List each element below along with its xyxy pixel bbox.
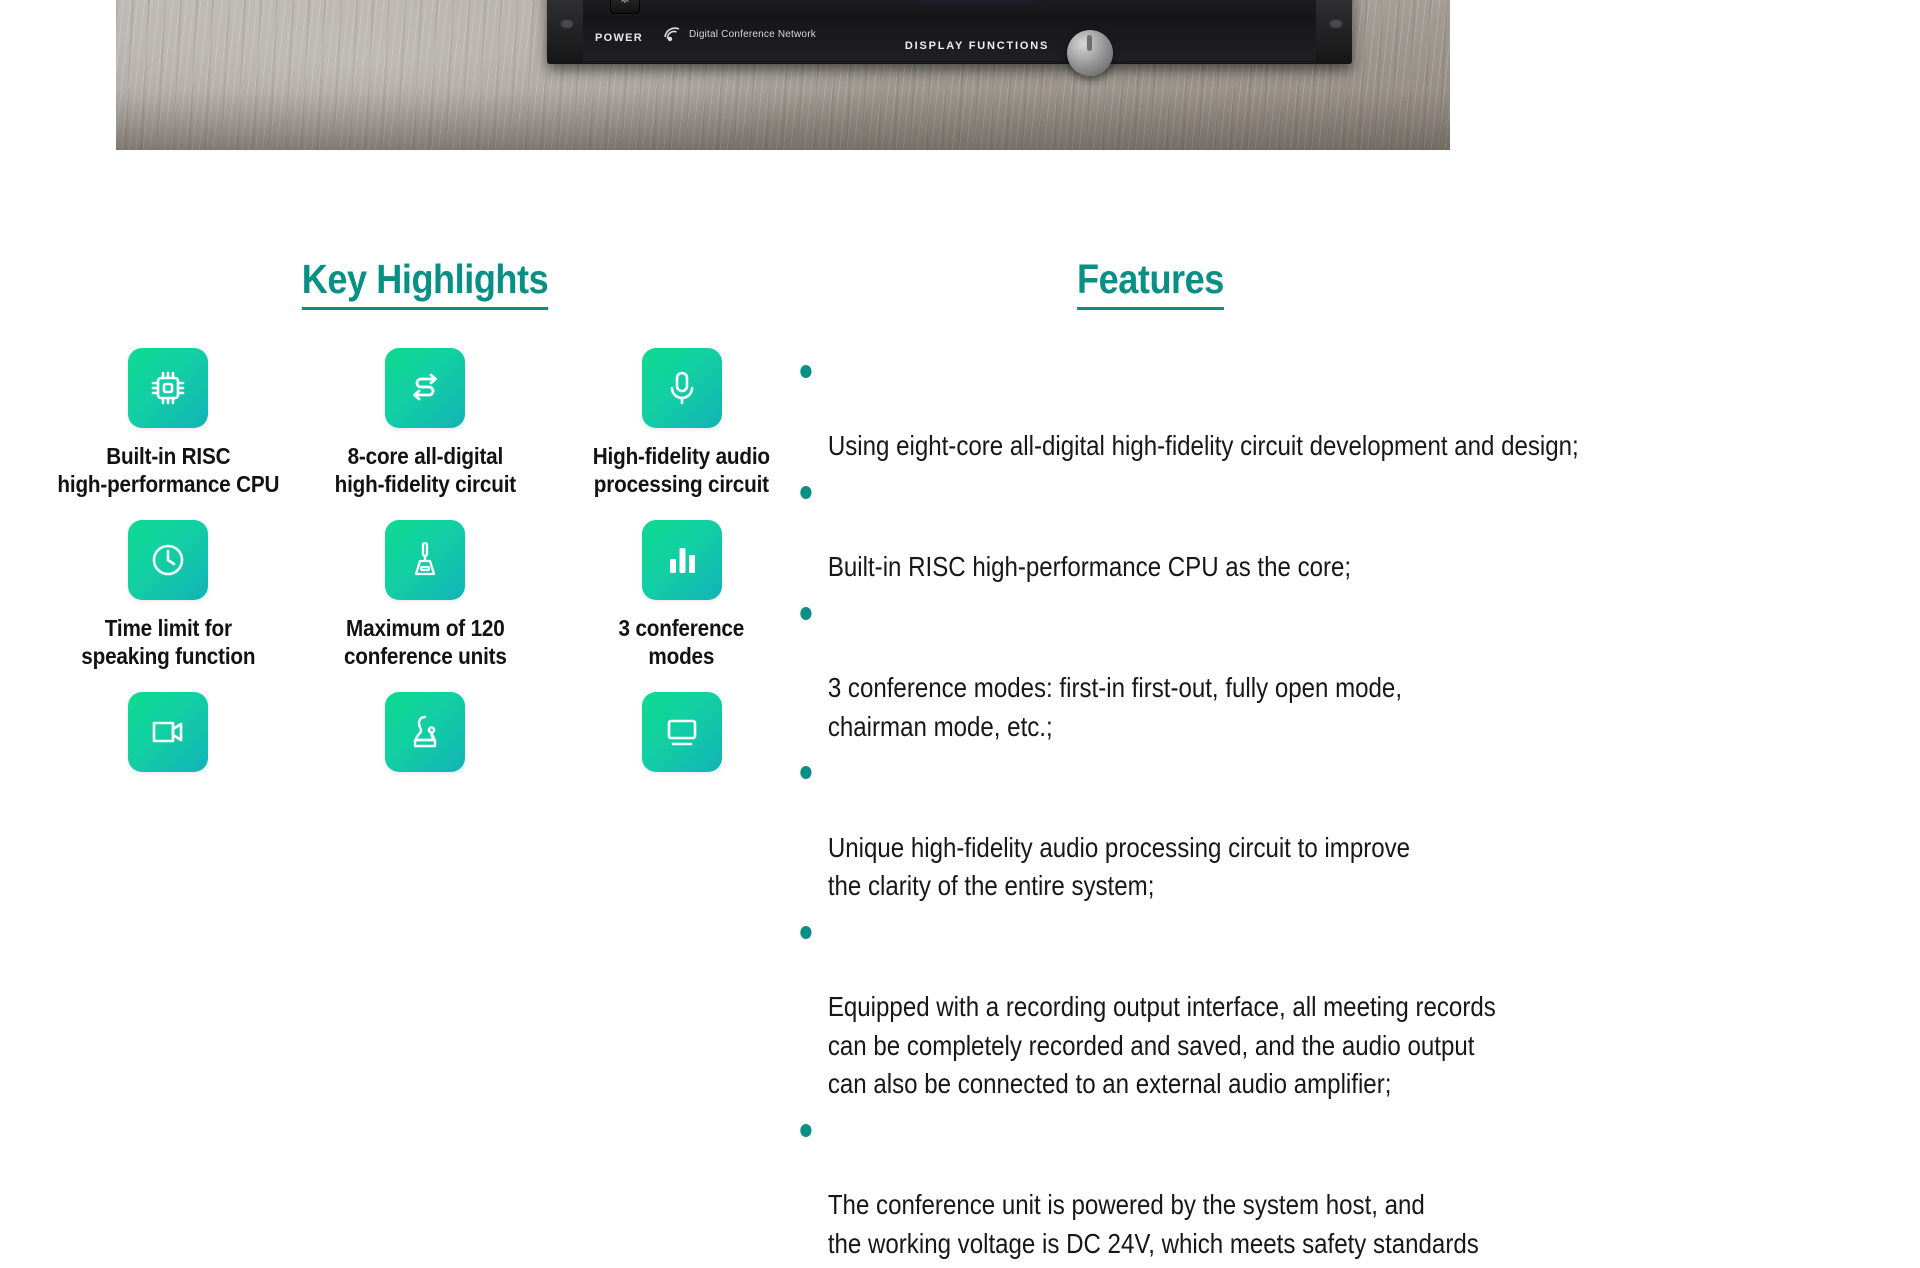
feature-list-item: Equipped with a recording output interfa… xyxy=(790,911,1727,1104)
highlight-label: Time limit for speaking function xyxy=(81,615,256,670)
microphone-icon xyxy=(670,371,693,405)
bullet-dot-icon xyxy=(800,485,812,499)
key-highlights-grid: Built-in RISC high-performance CPU 8-cor… xyxy=(40,348,810,786)
conference-unit-icon xyxy=(414,541,436,576)
highlight-item: Maximum of 120 conference units xyxy=(297,520,554,670)
product-photo-banner: ⎈ POWER Digital Conference Network -40 -… xyxy=(116,0,1450,150)
highlight-icon-tile xyxy=(641,348,722,429)
main-content: Key Highlights Built-in RISC high-perfor… xyxy=(0,150,1920,1258)
cpu-chip-icon xyxy=(152,371,185,405)
features-section: Features Using eight-core all-digital hi… xyxy=(790,150,1880,1268)
feature-text: Equipped with a recording output interfa… xyxy=(827,991,1496,1100)
monitor-screen-icon xyxy=(667,719,696,746)
digital-conference-network-logo: Digital Conference Network xyxy=(662,26,816,42)
rack-ear-left xyxy=(547,0,583,64)
key-highlights-title-wrap: Key Highlights xyxy=(40,150,810,311)
bullet-dot-icon xyxy=(800,925,812,939)
feature-list-item: Unique high-fidelity audio processing ci… xyxy=(790,751,1727,906)
highlight-icon-tile xyxy=(384,692,465,773)
highlight-icon-tile xyxy=(128,520,209,601)
speaker-person-icon xyxy=(413,716,437,748)
bar-chart-icon xyxy=(669,548,695,574)
highlight-icon-tile xyxy=(384,520,465,601)
power-switch[interactable]: ⎈ xyxy=(610,0,640,14)
highlight-item: Time limit for speaking function xyxy=(40,520,297,670)
display-functions-label: DISPLAY FUNCTIONS xyxy=(904,40,1050,52)
features-title: Features xyxy=(1076,257,1224,311)
key-highlights-title: Key Highlights xyxy=(301,257,549,311)
features-list: Using eight-core all-digital high-fideli… xyxy=(790,350,1880,1263)
highlight-label: 8-core all-digital high-fidelity circuit xyxy=(334,443,516,498)
power-symbol-icon: ⎈ xyxy=(620,0,630,4)
feature-list-item: Using eight-core all-digital high-fideli… xyxy=(790,350,1727,466)
feature-text: The conference unit is powered by the sy… xyxy=(827,1189,1479,1259)
highlight-item xyxy=(553,692,810,786)
rack-mount-conference-host: ⎈ POWER Digital Conference Network -40 -… xyxy=(547,0,1352,76)
bullet-dot-icon xyxy=(800,365,812,379)
highlight-label: 3 conference modes xyxy=(618,615,745,670)
feature-text: Unique high-fidelity audio processing ci… xyxy=(827,831,1411,902)
feature-list-item: Built-in RISC high-performance CPU as th… xyxy=(790,471,1727,587)
feature-text: Built-in RISC high-performance CPU as th… xyxy=(827,551,1352,583)
highlight-item xyxy=(40,692,297,786)
clock-timer-icon xyxy=(153,544,184,576)
features-title-wrap: Features xyxy=(790,150,1510,311)
highlight-item: High-fidelity audio processing circuit xyxy=(553,348,810,498)
highlight-item: 3 conference modes xyxy=(553,520,810,670)
volume-knob[interactable] xyxy=(1067,30,1113,76)
highlight-icon-tile xyxy=(641,692,722,773)
rack-ear-right xyxy=(1316,0,1352,64)
highlight-icon-tile xyxy=(128,348,209,429)
bullet-dot-icon xyxy=(800,1123,812,1137)
feature-text: 3 conference modes: first-in first-out, … xyxy=(827,672,1403,742)
key-highlights-section: Key Highlights Built-in RISC high-perfor… xyxy=(40,150,810,786)
bullet-dot-icon xyxy=(800,766,812,780)
feature-text: Using eight-core all-digital high-fideli… xyxy=(827,430,1579,462)
highlight-label: Maximum of 120 conference units xyxy=(343,615,507,670)
highlight-item: 8-core all-digital high-fidelity circuit xyxy=(297,348,554,498)
feature-list-item: The conference unit is powered by the sy… xyxy=(790,1109,1727,1264)
network-label: Digital Conference Network xyxy=(689,28,816,40)
highlight-icon-tile xyxy=(384,348,465,429)
bullet-dot-icon xyxy=(800,606,812,620)
rack-screw-hole-left xyxy=(560,18,574,28)
feature-list-item: 3 conference modes: first-in first-out, … xyxy=(790,592,1727,747)
highlight-icon-tile xyxy=(641,520,722,601)
highlight-item xyxy=(297,692,554,786)
highlight-item: Built-in RISC high-performance CPU xyxy=(40,348,297,498)
video-camera-icon xyxy=(153,721,183,743)
rack-screw-hole-right xyxy=(1329,18,1343,28)
swap-arrows-icon xyxy=(413,373,437,401)
highlight-label: Built-in RISC high-performance CPU xyxy=(57,443,280,498)
highlight-icon-tile xyxy=(128,692,209,773)
highlight-label: High-fidelity audio processing circuit xyxy=(593,443,771,498)
wifi-wave-icon xyxy=(664,27,680,42)
power-label: POWER xyxy=(595,32,644,44)
